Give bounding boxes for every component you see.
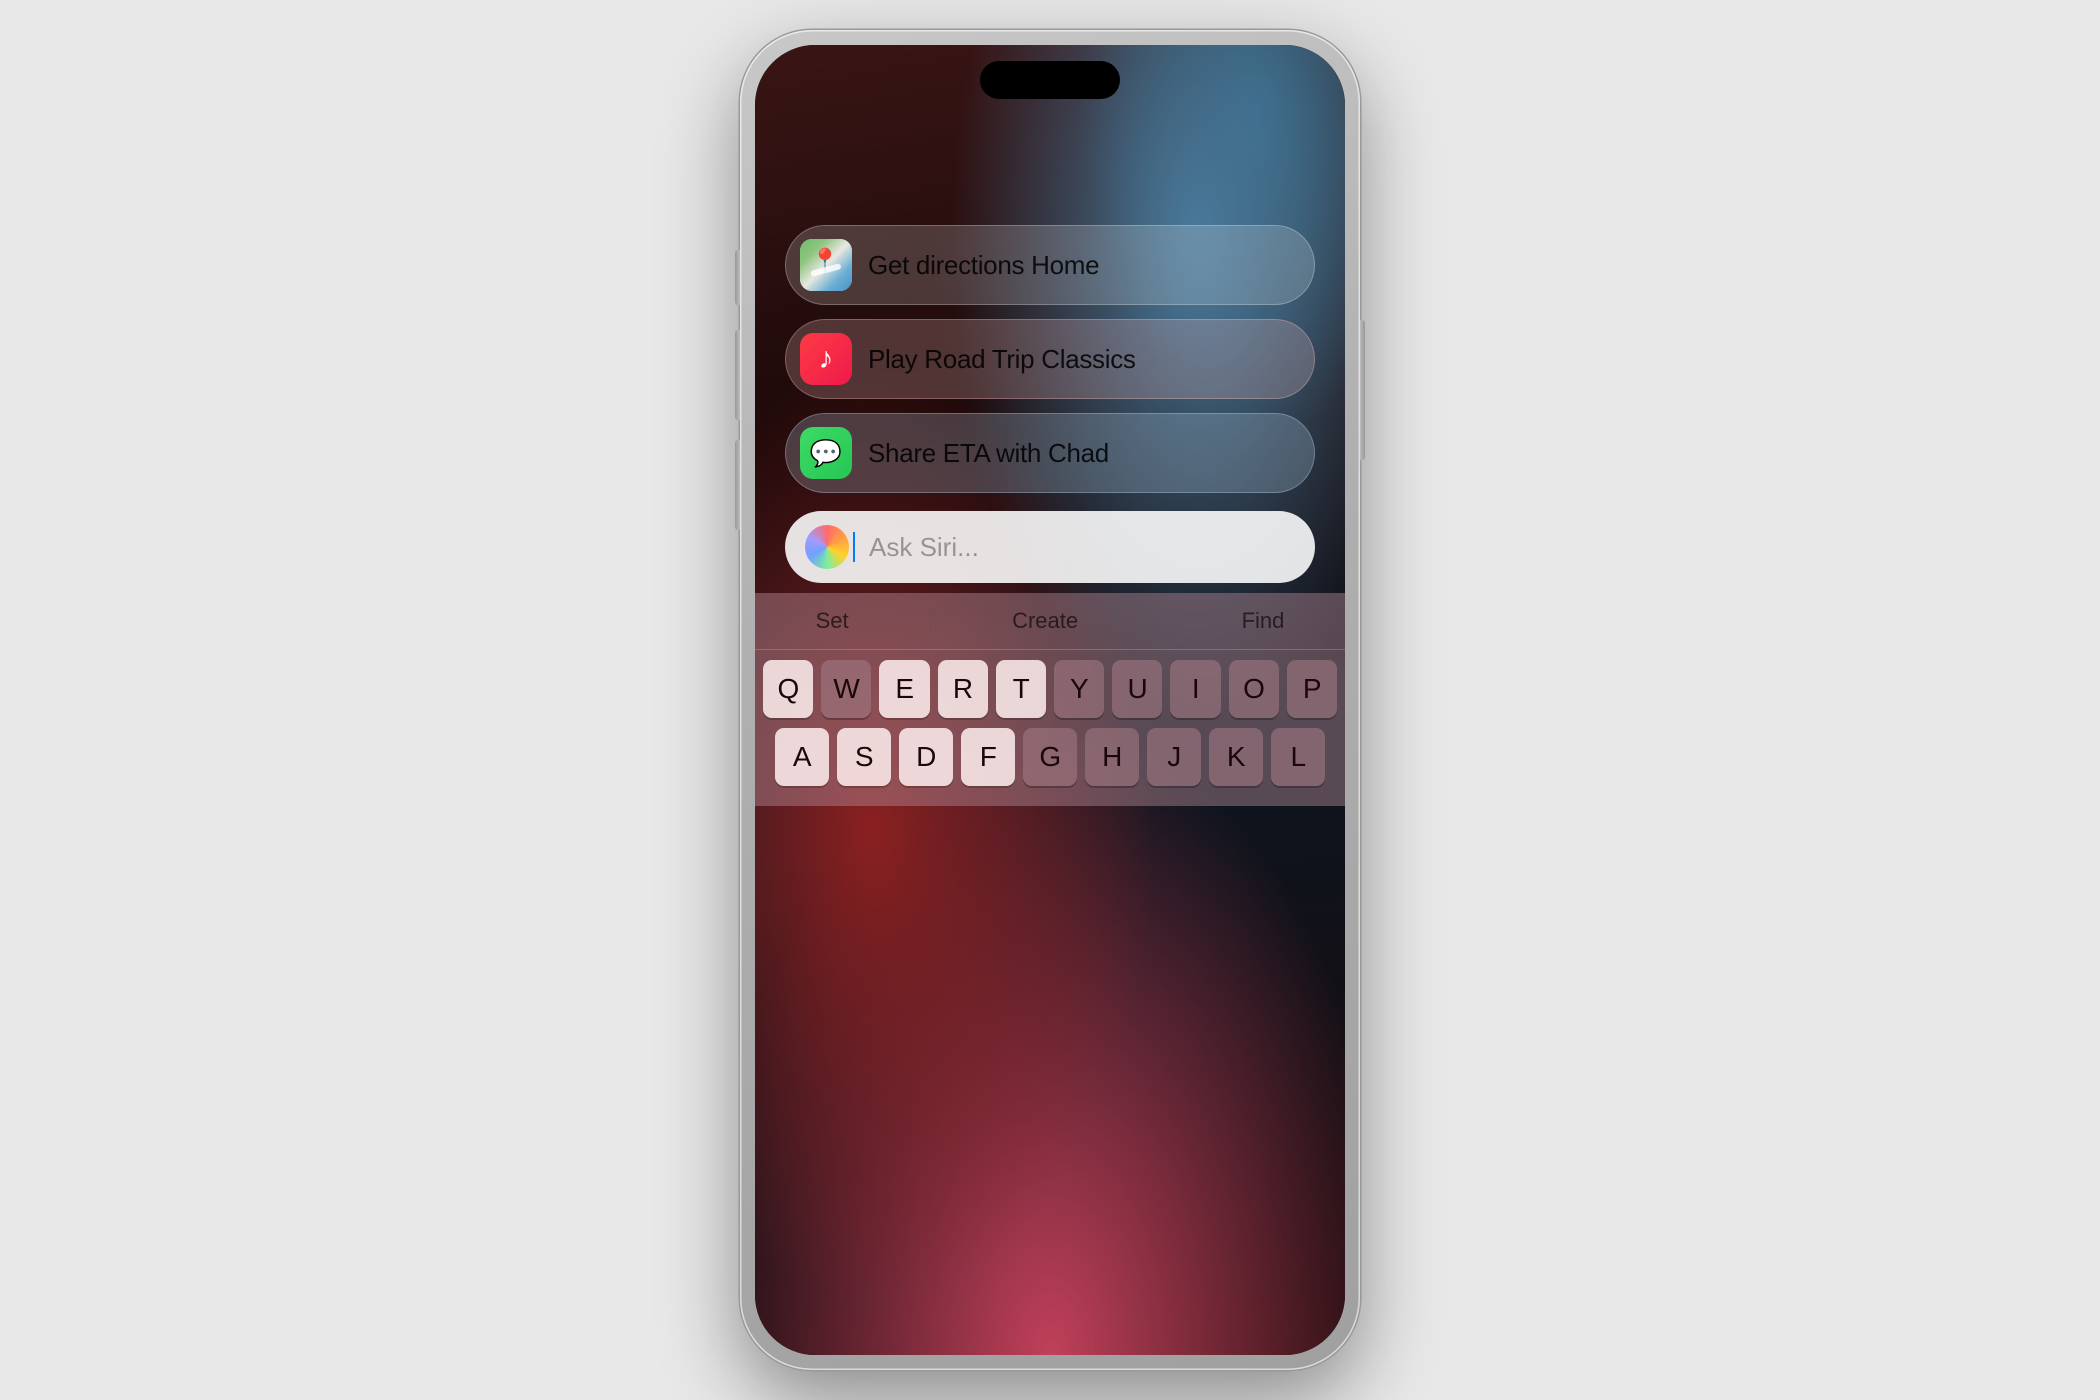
- siri-suggestions-list: 📍 Get directions Home Play Road Trip Cla…: [755, 225, 1345, 493]
- key-D[interactable]: D: [899, 728, 953, 786]
- messages-card-label: Share ETA with Chad: [868, 438, 1109, 469]
- siri-card-music[interactable]: Play Road Trip Classics: [785, 319, 1315, 399]
- key-I[interactable]: I: [1170, 660, 1220, 718]
- siri-placeholder-text: Ask Siri...: [869, 532, 979, 563]
- siri-card-directions[interactable]: 📍 Get directions Home: [785, 225, 1315, 305]
- key-H[interactable]: H: [1085, 728, 1139, 786]
- messages-app-icon: [800, 427, 852, 479]
- maps-app-icon: 📍: [800, 239, 852, 291]
- dynamic-island: [980, 61, 1120, 99]
- volume-down-button[interactable]: [735, 330, 740, 420]
- suggestion-find[interactable]: Find: [1242, 608, 1285, 634]
- key-U[interactable]: U: [1112, 660, 1162, 718]
- power-button[interactable]: [1360, 320, 1365, 460]
- key-Y[interactable]: Y: [1054, 660, 1104, 718]
- suggestion-set[interactable]: Set: [816, 608, 849, 634]
- key-E[interactable]: E: [879, 660, 929, 718]
- phone-frame: 📍 Get directions Home Play Road Trip Cla…: [740, 30, 1360, 1370]
- directions-card-label: Get directions Home: [868, 250, 1099, 281]
- music-app-icon: [800, 333, 852, 385]
- key-W[interactable]: W: [821, 660, 871, 718]
- keyboard-row-2: A S D F G H J K L: [763, 728, 1337, 786]
- keyboard-suggestions-row: Set Create Find: [755, 593, 1345, 650]
- key-F[interactable]: F: [961, 728, 1015, 786]
- key-S[interactable]: S: [837, 728, 891, 786]
- keyboard: Set Create Find Q W E R T Y: [755, 593, 1345, 806]
- siri-orb-icon: [805, 525, 849, 569]
- phone-screen: 📍 Get directions Home Play Road Trip Cla…: [755, 45, 1345, 1355]
- screen-content: 📍 Get directions Home Play Road Trip Cla…: [755, 45, 1345, 1355]
- silent-switch[interactable]: [735, 440, 740, 530]
- key-A[interactable]: A: [775, 728, 829, 786]
- volume-up-button[interactable]: [735, 250, 740, 305]
- key-O[interactable]: O: [1229, 660, 1279, 718]
- suggestion-divider-2: [1159, 607, 1160, 635]
- key-R[interactable]: R: [938, 660, 988, 718]
- key-Q[interactable]: Q: [763, 660, 813, 718]
- siri-cursor: [853, 532, 855, 562]
- key-T[interactable]: T: [996, 660, 1046, 718]
- key-L[interactable]: L: [1271, 728, 1325, 786]
- key-P[interactable]: P: [1287, 660, 1337, 718]
- key-J[interactable]: J: [1147, 728, 1201, 786]
- siri-card-messages[interactable]: Share ETA with Chad: [785, 413, 1315, 493]
- suggestion-divider-1: [930, 607, 931, 635]
- keyboard-row-1: Q W E R T Y U I O P: [763, 660, 1337, 718]
- music-card-label: Play Road Trip Classics: [868, 344, 1136, 375]
- key-G[interactable]: G: [1023, 728, 1077, 786]
- keyboard-keys: Q W E R T Y U I O P A S: [755, 650, 1345, 786]
- siri-input-bar[interactable]: Ask Siri...: [785, 511, 1315, 583]
- key-K[interactable]: K: [1209, 728, 1263, 786]
- suggestion-create[interactable]: Create: [1012, 608, 1078, 634]
